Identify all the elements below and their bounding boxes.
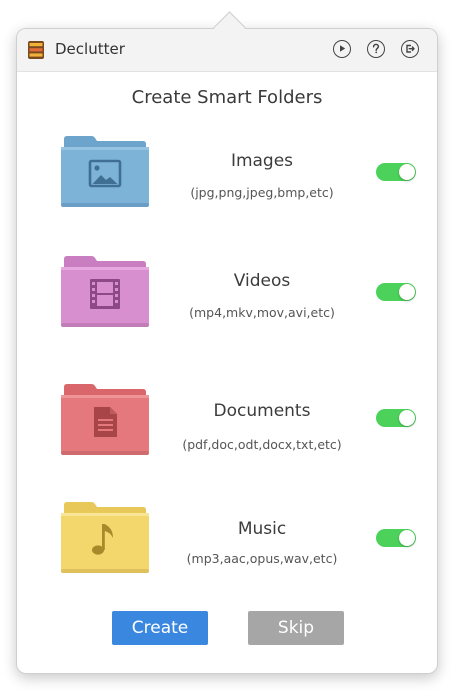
toggle-knob (399, 284, 415, 300)
folder-title: Images (230, 151, 294, 171)
folder-title: Videos (233, 271, 291, 291)
toggle-knob (399, 164, 415, 180)
skip-button[interactable]: Skip (248, 611, 344, 645)
folder-subtitle: (jpg,png,jpeg,bmp,etc) (190, 185, 334, 200)
videos-toggle[interactable] (376, 283, 416, 301)
help-button[interactable] (367, 40, 385, 58)
image-folder-icon (57, 133, 151, 209)
toggle-knob (399, 530, 415, 546)
folder-row-music: Music (mp3,aac,opus,wav,etc) (17, 499, 437, 589)
toggle-knob (399, 410, 415, 426)
page-title: Create Smart Folders (131, 87, 323, 108)
folder-title: Documents (213, 401, 311, 421)
folder-title: Music (237, 519, 287, 539)
app-title: Declutter (55, 40, 125, 58)
folder-row-videos: Videos (mp4,mkv,mov,avi,etc) (17, 253, 437, 343)
document-folder-icon (57, 381, 151, 457)
images-toggle[interactable] (376, 163, 416, 181)
exit-icon (406, 44, 415, 53)
exit-button[interactable] (401, 40, 419, 58)
play-icon (340, 45, 346, 52)
app-logo-icon (27, 40, 45, 60)
documents-toggle[interactable] (376, 409, 416, 427)
help-icon (372, 43, 380, 54)
folder-subtitle: (mp3,aac,opus,wav,etc) (186, 551, 338, 566)
play-button[interactable] (333, 40, 351, 58)
folder-row-documents: Documents (pdf,doc,odt,docx,txt,etc) (17, 381, 437, 471)
folder-row-images: Images (jpg,png,jpeg,bmp,etc) (17, 133, 437, 223)
folder-subtitle: (mp4,mkv,mov,avi,etc) (189, 305, 335, 320)
music-folder-icon (57, 499, 151, 575)
declutter-popover: Declutter Create Smart Folders Images (j… (16, 11, 438, 674)
folder-subtitle: (pdf,doc,odt,docx,txt,etc) (182, 437, 342, 452)
popover-panel: Declutter Create Smart Folders Images (j… (16, 28, 438, 674)
create-button[interactable]: Create (112, 611, 208, 645)
video-folder-icon (57, 253, 151, 329)
music-toggle[interactable] (376, 529, 416, 547)
